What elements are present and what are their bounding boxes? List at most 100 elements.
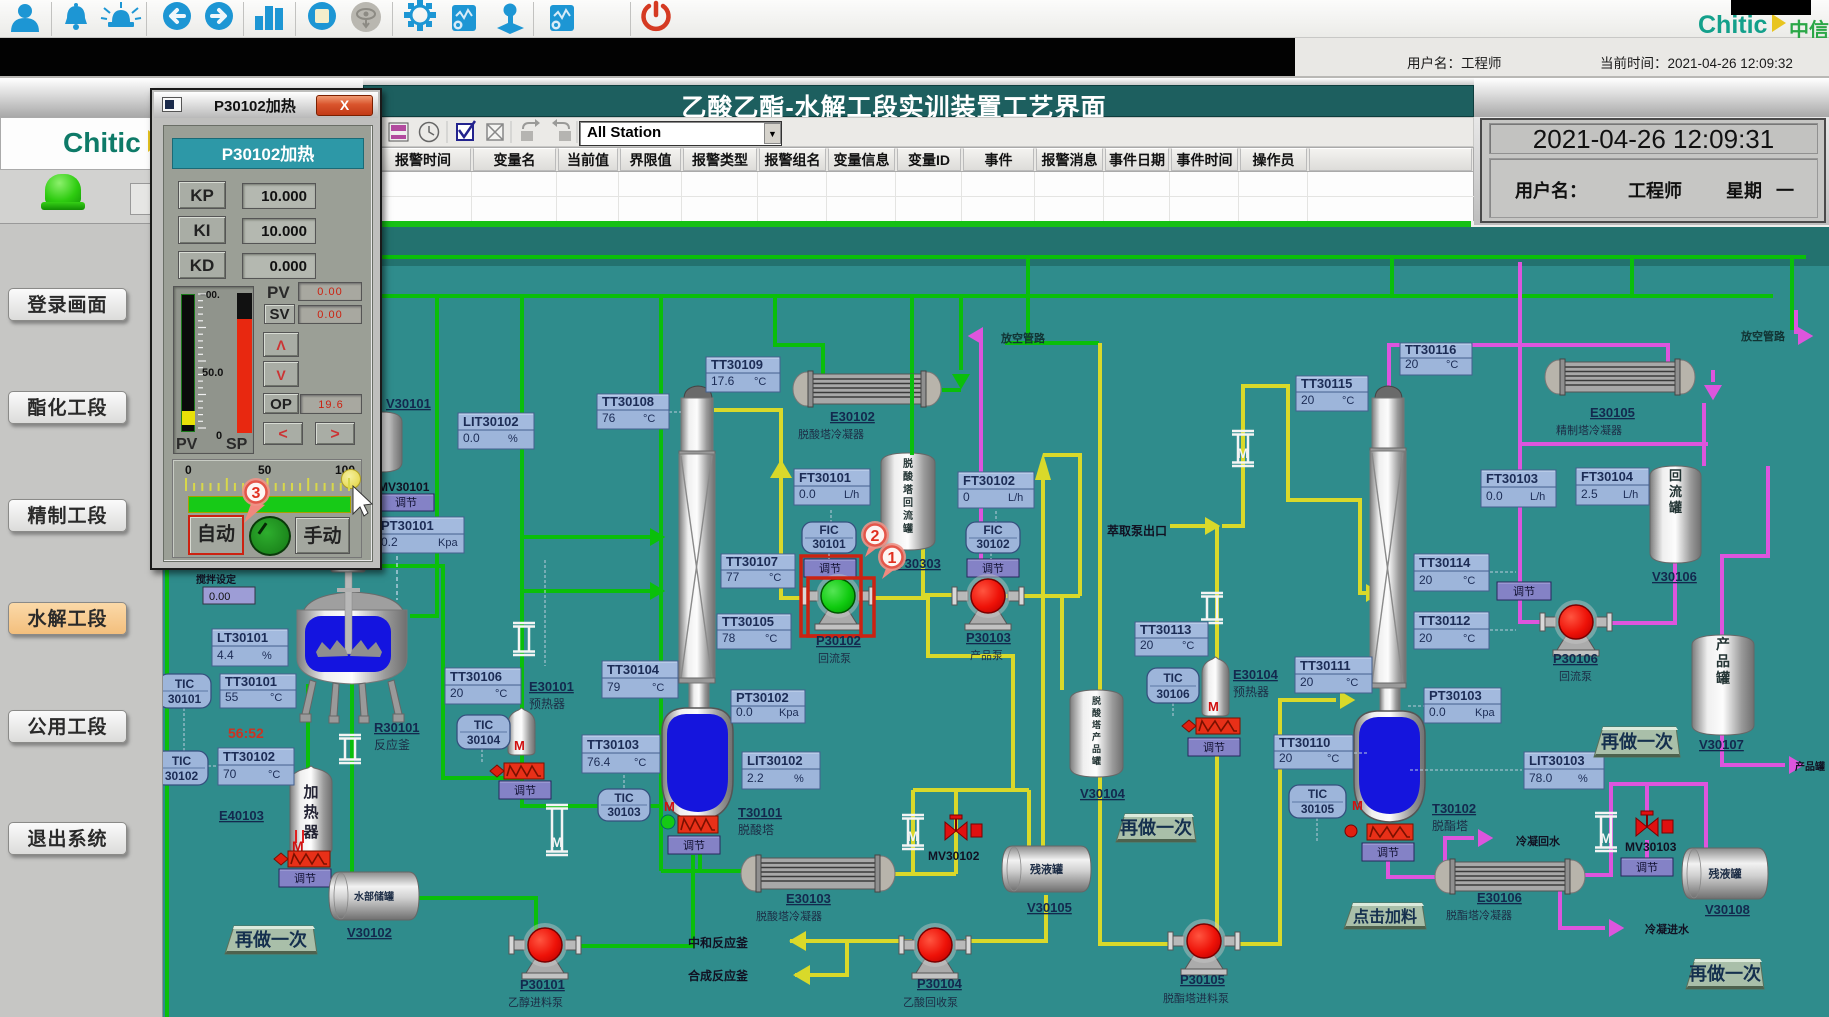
- svg-text:E30104: E30104: [1233, 667, 1279, 682]
- svg-text:79: 79: [607, 680, 621, 694]
- svg-text:78: 78: [722, 631, 736, 645]
- svg-text:Kpa: Kpa: [779, 707, 799, 719]
- svg-text:TIC: TIC: [474, 718, 494, 732]
- svg-text:°C: °C: [634, 757, 646, 769]
- svg-text:水部储罐: 水部储罐: [353, 890, 394, 903]
- svg-text:回: 回: [1669, 468, 1682, 483]
- svg-text:P30105: P30105: [1180, 972, 1225, 987]
- svg-text:°C: °C: [495, 688, 507, 700]
- svg-text:TT30104: TT30104: [607, 662, 660, 677]
- svg-text:调节: 调节: [514, 784, 536, 797]
- svg-text:反应釜: 反应釜: [374, 737, 410, 752]
- svg-text:78.0: 78.0: [1529, 771, 1553, 785]
- svg-text:乙醇进料泵: 乙醇进料泵: [508, 995, 563, 1009]
- svg-text:77: 77: [726, 570, 740, 584]
- svg-text:°C: °C: [652, 682, 664, 694]
- svg-text:LIT30102: LIT30102: [463, 414, 519, 429]
- svg-text:°C: °C: [1446, 359, 1458, 371]
- svg-text:°C: °C: [643, 413, 655, 425]
- svg-text:20: 20: [1300, 675, 1314, 689]
- svg-text:调节: 调节: [683, 839, 705, 852]
- svg-text:脱酸塔冷凝器: 脱酸塔冷凝器: [798, 427, 864, 441]
- svg-text:TT30110: TT30110: [1279, 735, 1330, 750]
- svg-text:产品罐: 产品罐: [1795, 760, 1825, 773]
- svg-text:TT30112: TT30112: [1419, 613, 1470, 628]
- svg-text:调节: 调节: [294, 872, 316, 885]
- svg-text:罐: 罐: [902, 522, 913, 535]
- svg-text:E30102: E30102: [830, 409, 875, 424]
- svg-text:Kpa: Kpa: [1475, 707, 1495, 719]
- svg-text:°C: °C: [268, 769, 280, 781]
- svg-text:TT30115: TT30115: [1301, 376, 1352, 391]
- svg-text:LT30101: LT30101: [217, 630, 268, 645]
- svg-text:E30105: E30105: [1590, 405, 1635, 420]
- svg-text:调节: 调节: [1203, 741, 1225, 754]
- svg-text:脱: 脱: [1092, 695, 1101, 706]
- svg-text:加: 加: [302, 784, 318, 801]
- svg-text:M: M: [514, 738, 525, 753]
- svg-text:20: 20: [1140, 638, 1154, 652]
- svg-text:FIC: FIC: [819, 523, 839, 537]
- svg-text:合成反应釜: 合成反应釜: [688, 968, 749, 983]
- svg-text:TT30101: TT30101: [225, 674, 277, 689]
- svg-text:70: 70: [223, 767, 237, 781]
- svg-text:°C: °C: [1327, 753, 1339, 765]
- svg-text:酸: 酸: [1092, 707, 1102, 718]
- svg-text:°C: °C: [765, 633, 777, 645]
- svg-text:V30105: V30105: [1027, 900, 1072, 915]
- svg-text:0.0: 0.0: [736, 705, 753, 719]
- svg-text:P30102: P30102: [816, 633, 861, 648]
- svg-text:TT30106: TT30106: [450, 669, 502, 684]
- svg-text:P30101: P30101: [520, 977, 565, 992]
- svg-text:脱酸塔: 脱酸塔: [738, 822, 774, 837]
- svg-text:萃取泵出口: 萃取泵出口: [1107, 523, 1167, 538]
- svg-text:塔: 塔: [903, 483, 914, 496]
- svg-text:罐: 罐: [1668, 500, 1682, 515]
- svg-text:品: 品: [1716, 653, 1730, 669]
- svg-text:调节: 调节: [982, 562, 1004, 575]
- svg-text:30101: 30101: [168, 692, 202, 706]
- svg-text:TIC: TIC: [1163, 671, 1183, 685]
- svg-text:PT30102: PT30102: [736, 690, 789, 705]
- svg-text:30102: 30102: [976, 537, 1010, 551]
- svg-text:TT30108: TT30108: [602, 394, 654, 409]
- svg-text:流: 流: [1669, 484, 1682, 499]
- svg-text:20: 20: [1419, 573, 1433, 587]
- svg-text:0.2: 0.2: [381, 535, 398, 549]
- svg-text:°C: °C: [1342, 395, 1354, 407]
- svg-text:V30104: V30104: [1080, 786, 1126, 801]
- svg-text:30106: 30106: [1156, 687, 1190, 701]
- svg-text:TT30116: TT30116: [1405, 342, 1456, 357]
- svg-text:TT30113: TT30113: [1140, 622, 1191, 637]
- svg-text:PT30101: PT30101: [381, 518, 434, 533]
- svg-text:M: M: [664, 799, 675, 814]
- svg-text:T30102: T30102: [1432, 801, 1476, 816]
- svg-text:残液罐: 残液罐: [1030, 862, 1063, 876]
- svg-text:TT30114: TT30114: [1419, 555, 1471, 570]
- svg-text:产: 产: [1716, 636, 1730, 652]
- svg-text:调节: 调节: [395, 496, 417, 509]
- svg-text:产品泵: 产品泵: [970, 648, 1003, 662]
- svg-text:脱酸塔冷凝器: 脱酸塔冷凝器: [756, 909, 822, 923]
- svg-text:M: M: [1208, 699, 1219, 714]
- svg-text:30104: 30104: [467, 733, 501, 747]
- svg-text:调节: 调节: [1513, 585, 1535, 598]
- svg-text:罐: 罐: [1715, 670, 1730, 686]
- svg-text:再做一次: 再做一次: [235, 929, 307, 950]
- svg-text:中和反应釜: 中和反应釜: [688, 935, 749, 950]
- svg-text:V30101: V30101: [386, 396, 431, 411]
- svg-text:TIC: TIC: [1308, 787, 1328, 801]
- svg-text:流: 流: [903, 509, 913, 522]
- svg-text:LIT30102: LIT30102: [747, 753, 803, 768]
- svg-text:20: 20: [1405, 357, 1419, 371]
- svg-text:0.0: 0.0: [799, 487, 816, 501]
- svg-text:放空管路: 放空管路: [1740, 329, 1786, 343]
- svg-text:°C: °C: [769, 572, 781, 584]
- svg-text:V30106: V30106: [1652, 569, 1697, 584]
- svg-text:预热器: 预热器: [1233, 685, 1269, 699]
- svg-text:脱酯塔冷凝器: 脱酯塔冷凝器: [1446, 908, 1512, 922]
- svg-text:56:52: 56:52: [228, 725, 264, 741]
- svg-text:精制塔冷凝器: 精制塔冷凝器: [1556, 423, 1622, 437]
- svg-text:P30103: P30103: [966, 630, 1011, 645]
- svg-text:0.0: 0.0: [1486, 489, 1503, 503]
